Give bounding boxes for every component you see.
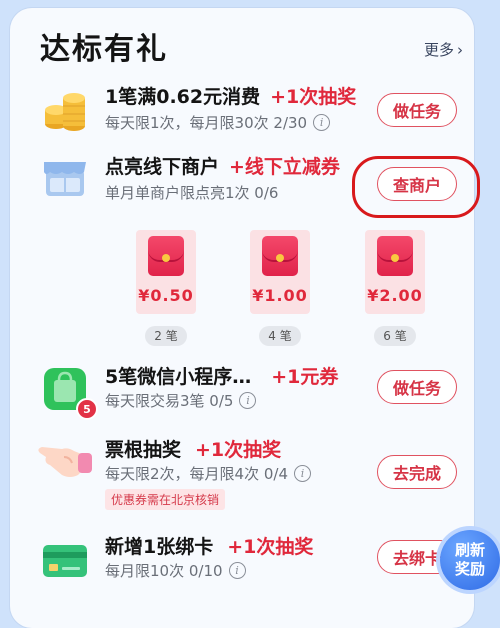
task-limit-text: 每天限1次，每月限30次 2/30: [105, 114, 308, 132]
tier-amount: ¥0.50: [138, 286, 194, 305]
task-limit-text: 单月单商户限点亮1次 0/6: [105, 184, 279, 202]
pointing-hand-icon: [34, 435, 94, 485]
highlight-circle: [352, 156, 480, 218]
red-envelope-icon: [148, 236, 184, 276]
info-icon[interactable]: i: [313, 114, 331, 131]
task-reward: +1次抽奖: [270, 86, 357, 108]
red-packet: ¥0.50: [136, 230, 196, 314]
section-title: 达标有礼: [40, 32, 168, 67]
tier-item: ¥2.00 6 笔: [361, 230, 429, 346]
bank-card-icon: [40, 536, 90, 586]
do-task-button[interactable]: 做任务: [377, 370, 457, 404]
tier-amount: ¥2.00: [367, 286, 423, 305]
storefront-icon: [40, 152, 90, 202]
task-title: 新增1张绑卡 +1次抽奖: [105, 532, 313, 559]
task-subtitle: 每天限交易3笔 0/5 i: [105, 390, 257, 411]
task-limit-text: 每天限2次，每月限4次 0/4: [105, 465, 288, 483]
task-subtitle: 每月限10次 0/10 i: [105, 560, 246, 581]
refresh-line2: 奖励: [454, 560, 485, 578]
tier-item: ¥0.50 2 笔: [132, 230, 200, 346]
red-envelope-icon: [377, 236, 413, 276]
task-title: 点亮线下商户 +线下立减券: [105, 152, 340, 179]
tier-amount: ¥1.00: [252, 286, 308, 305]
complete-button[interactable]: 去完成: [377, 455, 457, 489]
red-envelope-icon: [262, 236, 298, 276]
notification-badge: 5: [76, 398, 98, 420]
task-limit-text: 每月限10次 0/10: [105, 562, 223, 580]
task-title: 票根抽奖 +1次抽奖: [105, 435, 281, 462]
info-icon[interactable]: i: [228, 562, 246, 579]
coins-icon: [40, 84, 90, 134]
task-title-text: 1笔满0.62元消费: [105, 86, 261, 108]
task-title-text: 新增1张绑卡: [105, 536, 214, 558]
task-limit-text: 每天限交易3笔 0/5: [105, 392, 234, 410]
chevron-right-icon: ›: [457, 40, 464, 59]
info-icon[interactable]: i: [239, 392, 257, 409]
miniprogram-bag-icon: 5: [40, 364, 98, 420]
do-task-button[interactable]: 做任务: [377, 93, 457, 127]
task-reward: +1次抽奖: [195, 439, 282, 461]
task-subtitle: 每天限1次，每月限30次 2/30 i: [105, 112, 331, 133]
info-icon[interactable]: i: [294, 465, 311, 482]
task-title-text: 点亮线下商户: [105, 156, 220, 178]
more-link[interactable]: 更多 ›: [424, 39, 463, 60]
refresh-line1: 刷新: [454, 541, 485, 559]
more-label: 更多: [424, 41, 455, 59]
red-packet: ¥2.00: [365, 230, 425, 314]
task-title-text: 5笔微信小程序…: [105, 366, 252, 388]
task-title: 1笔满0.62元消费 +1次抽奖: [105, 82, 356, 109]
task-reward: +1次抽奖: [227, 536, 314, 558]
location-notice-tag: 优惠券需在北京核销: [105, 489, 226, 510]
task-subtitle: 单月单商户限点亮1次 0/6: [105, 182, 278, 203]
task-reward: +1元券: [271, 366, 339, 388]
tier-item: ¥1.00 4 笔: [246, 230, 314, 346]
refresh-rewards-button[interactable]: 刷新 奖励: [440, 530, 500, 590]
task-subtitle: 每天限2次，每月限4次 0/4 i: [105, 463, 311, 484]
tier-count: 6 笔: [374, 326, 416, 346]
task-title: 5笔微信小程序… +1元券: [105, 362, 338, 389]
red-packet: ¥1.00: [250, 230, 310, 314]
task-title-text: 票根抽奖: [105, 439, 182, 461]
task-reward: +线下立减券: [229, 156, 340, 178]
tier-count: 2 笔: [145, 326, 187, 346]
tier-count: 4 笔: [259, 326, 301, 346]
